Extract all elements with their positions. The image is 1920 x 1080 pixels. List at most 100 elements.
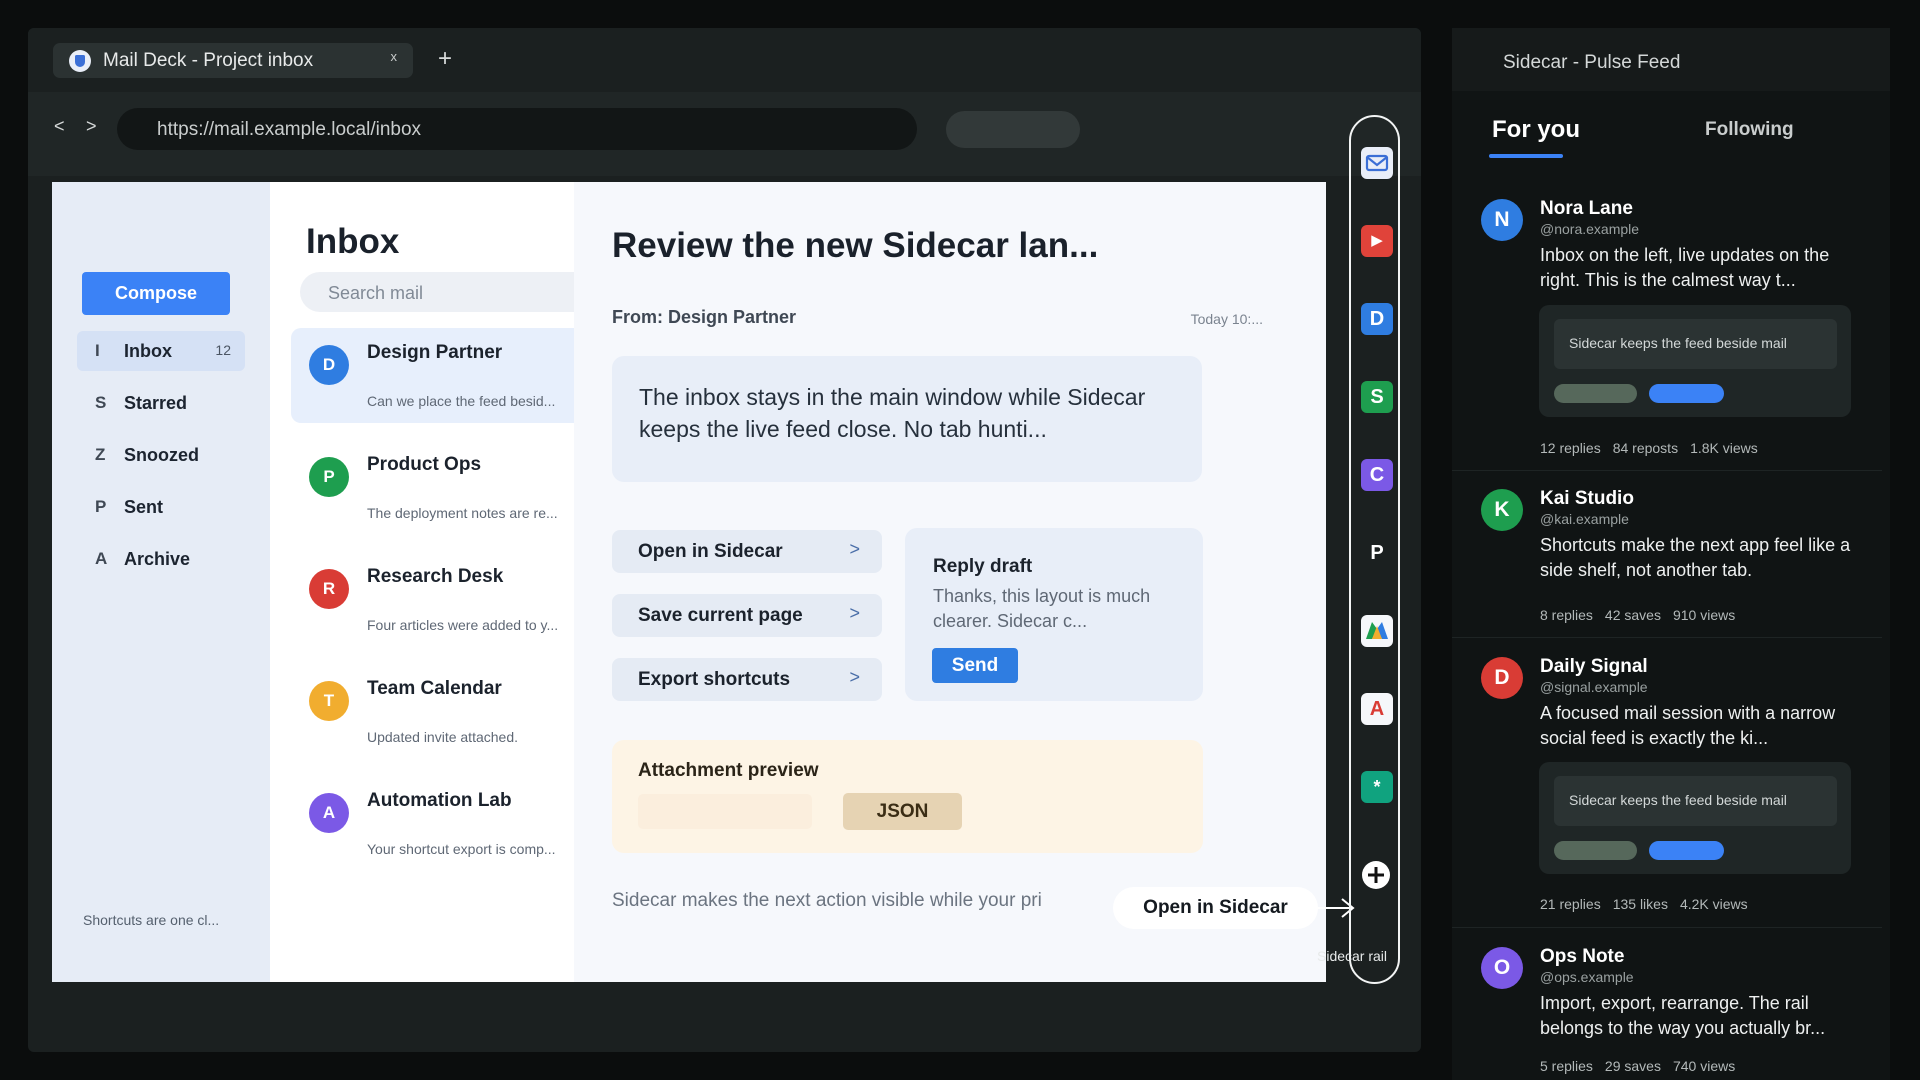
post-divider	[1452, 470, 1882, 471]
sidebar-item-archive[interactable]: A Archive	[77, 539, 245, 579]
send-button[interactable]: Send	[932, 648, 1018, 683]
post-text: Inbox on the left, live updates on the r…	[1540, 245, 1830, 290]
post-embed-card[interactable]: Sidecar keeps the feed beside mail	[1539, 305, 1851, 417]
new-tab-button[interactable]: +	[438, 45, 452, 73]
video-play-icon[interactable]: ▶	[1361, 225, 1393, 257]
toolbar-pill-button[interactable]	[946, 111, 1080, 148]
reply-draft-card: Reply draft Thanks, this layout is much …	[905, 528, 1203, 701]
mail-icon[interactable]	[1361, 147, 1393, 179]
add-shortcut-icon[interactable]	[1360, 859, 1392, 891]
replies-count[interactable]: 21 replies	[1540, 896, 1601, 912]
unread-count-badge: 12	[215, 342, 231, 358]
export-shortcuts-button[interactable]: Export shortcuts >	[612, 658, 882, 701]
post-stats: 21 replies 135 likes 4.2K views	[1540, 896, 1760, 912]
post-text: Shortcuts make the next app feel like a …	[1540, 535, 1851, 580]
saves-count[interactable]: 29 saves	[1605, 1058, 1661, 1074]
mail-app: Compose I Inbox 12 S Starred Z Snoozed P…	[52, 182, 1326, 982]
message-item[interactable]: T Team Calendar Updated invite attached.	[291, 664, 618, 759]
saves-count[interactable]: 42 saves	[1605, 607, 1661, 623]
message-item[interactable]: A Automation Lab Your shortcut export is…	[291, 776, 618, 871]
sidebar-item-snoozed[interactable]: Z Snoozed	[77, 435, 245, 475]
sidebar-item-sent[interactable]: P Sent	[77, 487, 245, 527]
reply-draft-text[interactable]: Thanks, this layout is much clearer. Sid…	[933, 584, 1183, 634]
feed-title: Sidecar - Pulse Feed	[1503, 52, 1681, 73]
chevron-right-icon: >	[849, 603, 860, 623]
feed-post[interactable]: K Kai Studio @kai.example Shortcuts make…	[1452, 478, 1890, 646]
archive-icon: A	[95, 549, 108, 568]
asterisk-app-icon[interactable]: *	[1361, 771, 1393, 803]
save-current-page-button[interactable]: Save current page >	[612, 594, 882, 637]
open-in-sidecar-tooltip: Open in Sidecar	[1113, 887, 1318, 929]
docs-d-icon[interactable]: D	[1361, 303, 1393, 335]
forward-button[interactable]: >	[86, 116, 97, 137]
message-preview: Can we place the feed besid...	[367, 393, 556, 409]
sidecar-rail-label: Sidecar rail	[1317, 948, 1388, 964]
message-item[interactable]: R Research Desk Four articles were added…	[291, 552, 618, 647]
back-button[interactable]: <	[54, 116, 65, 137]
embed-action-pill[interactable]	[1649, 841, 1724, 860]
post-divider	[1452, 927, 1882, 928]
tab-close-icon[interactable]: x	[391, 49, 398, 64]
message-item[interactable]: D Design Partner Can we place the feed b…	[291, 328, 618, 423]
post-handle: @ops.example	[1540, 969, 1634, 985]
replies-count[interactable]: 8 replies	[1540, 607, 1593, 623]
avatar: N	[1481, 199, 1523, 241]
reading-pane: Review the new Sidecar lan... From: Desi…	[574, 182, 1326, 982]
post-stats: 8 replies 42 saves 910 views	[1540, 607, 1747, 623]
reply-draft-title: Reply draft	[933, 556, 1033, 577]
feed-post[interactable]: O Ops Note @ops.example Import, export, …	[1452, 936, 1890, 1080]
chevron-right-icon: >	[849, 667, 860, 687]
replies-count[interactable]: 12 replies	[1540, 440, 1601, 456]
button-label: Save current page	[638, 605, 803, 626]
views-count: 910 views	[1672, 607, 1736, 623]
tab-mail-deck[interactable]: Mail Deck - Project inbox x	[53, 43, 413, 78]
search-input[interactable]: Search mail	[300, 272, 602, 312]
message-sender: Team Calendar	[367, 678, 502, 699]
address-bar[interactable]: https://mail.example.local/inbox	[117, 108, 917, 150]
message-item[interactable]: P Product Ops The deployment notes are r…	[291, 440, 618, 535]
avatar: K	[1481, 489, 1523, 531]
compose-button[interactable]: Compose	[82, 272, 230, 315]
json-button[interactable]: JSON	[843, 793, 962, 830]
tab-title: Mail Deck - Project inbox	[103, 50, 314, 71]
message-time: Today 10:...	[1190, 311, 1263, 327]
sidebar-item-starred[interactable]: S Starred	[77, 383, 245, 423]
embed-action-pill[interactable]	[1649, 384, 1724, 403]
footer-note: Sidecar makes the next action visible wh…	[612, 890, 1042, 911]
tab-following[interactable]: Following	[1705, 119, 1794, 141]
attachment-thumbnail[interactable]	[638, 794, 812, 829]
embed-caption: Sidecar keeps the feed beside mail	[1554, 319, 1837, 369]
avatar: D	[1481, 657, 1523, 699]
a-app-icon[interactable]: A	[1361, 693, 1393, 725]
sidebar-item-inbox[interactable]: I Inbox 12	[77, 331, 245, 371]
feed-post[interactable]: N Nora Lane @nora.example Inbox on the l…	[1452, 188, 1890, 478]
embed-placeholder-pill	[1554, 841, 1637, 860]
post-author: Daily Signal	[1540, 656, 1648, 677]
list-title: Inbox	[306, 222, 400, 261]
feed-post[interactable]: D Daily Signal @signal.example A focused…	[1452, 646, 1890, 936]
post-handle: @nora.example	[1540, 221, 1640, 237]
message-from: From: Design Partner	[612, 307, 797, 327]
inbox-icon: I	[95, 341, 100, 360]
favicon-icon	[69, 50, 91, 72]
open-in-sidecar-button[interactable]: Open in Sidecar >	[612, 530, 882, 573]
avatar: O	[1481, 947, 1523, 989]
sheets-s-icon[interactable]: S	[1361, 381, 1393, 413]
avatar: P	[309, 457, 349, 497]
tab-for-you[interactable]: For you	[1492, 116, 1580, 144]
replies-count[interactable]: 5 replies	[1540, 1058, 1593, 1074]
post-embed-card[interactable]: Sidecar keeps the feed beside mail	[1539, 762, 1851, 874]
drive-triangle-icon[interactable]	[1361, 615, 1393, 647]
message-preview: Updated invite attached.	[367, 729, 518, 745]
button-label: Open in Sidecar	[638, 541, 783, 562]
mail-envelope-icon	[1365, 154, 1389, 172]
calendar-c-icon[interactable]: C	[1361, 459, 1393, 491]
p-app-icon[interactable]: P	[1361, 537, 1393, 569]
mail-sidebar: Compose I Inbox 12 S Starred Z Snoozed P…	[52, 182, 270, 982]
message-subject: Review the new Sidecar lan...	[612, 226, 1099, 265]
views-count: 4.2K views	[1679, 896, 1748, 912]
reposts-count[interactable]: 84 reposts	[1613, 440, 1678, 456]
post-author: Kai Studio	[1540, 488, 1634, 509]
feed-header: Sidecar - Pulse Feed	[1452, 28, 1890, 91]
likes-count[interactable]: 135 likes	[1613, 896, 1668, 912]
